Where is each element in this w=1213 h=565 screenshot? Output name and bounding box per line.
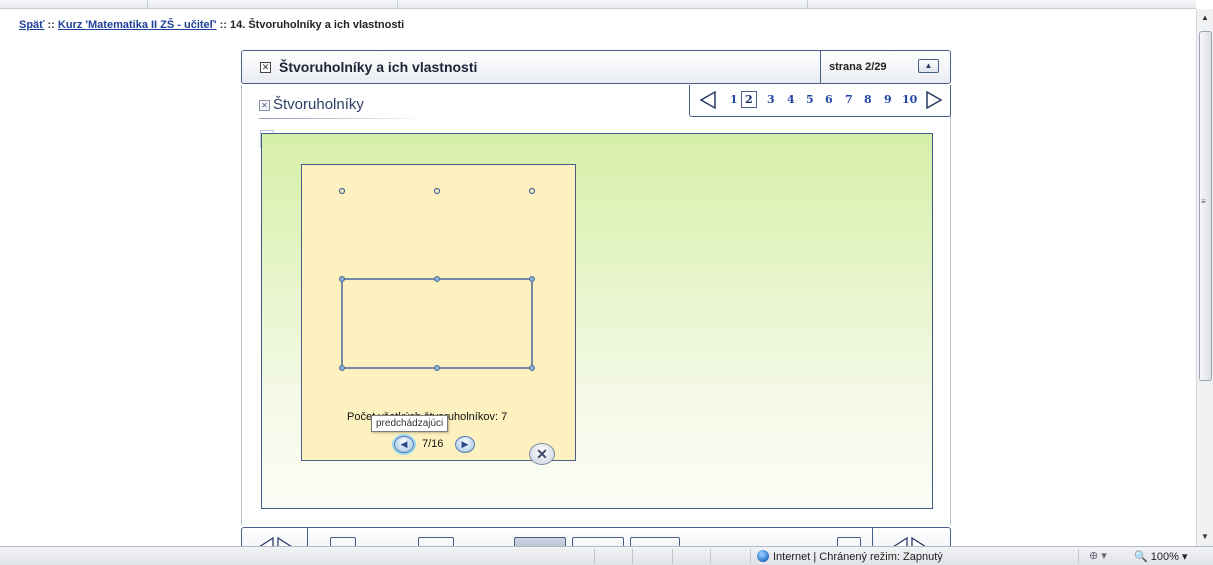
protected-mode-icon[interactable]: ⊕ ▾ xyxy=(1089,549,1107,562)
pager-page-5[interactable]: 5 xyxy=(806,93,814,106)
window-top-strip xyxy=(0,0,1196,9)
geoboard-panel: Počet všetkých štvoruholníkov: 7 predchá… xyxy=(301,164,576,465)
section-underline xyxy=(259,118,429,119)
pager-page-4[interactable]: 4 xyxy=(787,93,795,106)
vertex-point xyxy=(434,365,440,371)
pager-page-3[interactable]: 3 xyxy=(767,93,775,106)
grid-point xyxy=(338,187,346,195)
browser-status-bar: Internet | Chránený režim: Zapnutý ⊕ ▾ 🔍… xyxy=(0,546,1213,565)
status-cell xyxy=(632,549,633,564)
scroll-down-arrow-icon[interactable]: ▼ xyxy=(1201,532,1209,541)
pager-page-6[interactable]: 6 xyxy=(825,93,833,106)
globe-icon xyxy=(757,550,769,562)
lesson-content: ✕ Štvoruholníky 1 2 3 4 5 6 7 8 9 10 Poč… xyxy=(241,85,951,525)
lesson-frame: ✕ Štvoruholníky a ich vlastnosti strana … xyxy=(241,50,951,565)
pager-page-2[interactable]: 2 xyxy=(741,91,757,108)
section-title: ✕ Štvoruholníky xyxy=(259,96,364,113)
grid-point xyxy=(433,187,441,195)
vertex-point xyxy=(339,276,345,282)
pager-prev-arrow-icon[interactable] xyxy=(698,90,718,110)
breadcrumb-separator: :: xyxy=(44,19,58,31)
browser-window: Späť :: Kurz 'Matematika II ZŠ - učiteľ'… xyxy=(0,0,1213,565)
section-close-icon[interactable]: ✕ xyxy=(259,99,270,111)
close-box-icon[interactable]: ✕ xyxy=(260,62,271,73)
prev-tooltip: predchádzajúci xyxy=(371,415,449,432)
collapse-button[interactable]: ▲ xyxy=(918,59,939,73)
close-panel-button[interactable]: ✕ xyxy=(529,443,555,465)
pager-page-10[interactable]: 10 xyxy=(902,93,917,106)
zoom-level: 100% xyxy=(1150,551,1179,563)
breadcrumb-separator: :: xyxy=(216,19,230,31)
status-cell xyxy=(710,549,711,564)
vertex-point xyxy=(529,365,535,371)
quadrilateral-shape xyxy=(341,278,533,369)
next-slide-button[interactable]: ▶ xyxy=(455,436,475,453)
scroll-up-arrow-icon[interactable]: ▲ xyxy=(1201,13,1209,22)
pager-page-7[interactable]: 7 xyxy=(845,93,853,106)
pager-page-8[interactable]: 8 xyxy=(864,93,872,106)
interactive-stage: Počet všetkých štvoruholníkov: 7 predchá… xyxy=(261,133,933,509)
scrollbar-grip-icon: ≡ xyxy=(1201,197,1206,206)
top-strip-segment xyxy=(0,0,148,8)
grid-point xyxy=(528,187,536,195)
status-cell xyxy=(1078,549,1079,564)
page-indicator: strana 2/29 ▲ xyxy=(820,51,951,83)
lesson-title: Štvoruholníky a ich vlastnosti xyxy=(279,59,478,75)
status-cell xyxy=(594,549,595,564)
status-cell xyxy=(672,549,673,564)
top-strip-segment xyxy=(148,0,398,8)
scrollbar-thumb[interactable] xyxy=(1199,31,1212,381)
vertex-point xyxy=(434,276,440,282)
status-cell xyxy=(750,549,751,564)
breadcrumb-current: 14. Štvoruholníky a ich vlastnosti xyxy=(229,19,405,31)
pager-next-arrow-icon[interactable] xyxy=(924,90,944,110)
prev-slide-button[interactable]: ◀ xyxy=(394,436,414,453)
breadcrumb-back-link[interactable]: Späť xyxy=(19,19,44,31)
zoom-control[interactable]: 🔍 100% ▾ xyxy=(1134,550,1187,563)
security-zone[interactable]: Internet | Chránený režim: Zapnutý xyxy=(757,550,943,563)
section-title-text: Štvoruholníky xyxy=(273,96,364,113)
lesson-title-bar: ✕ Štvoruholníky a ich vlastnosti strana … xyxy=(241,50,951,84)
slide-counter: 7/16 xyxy=(422,438,444,450)
security-zone-text: Internet | Chránený režim: Zapnutý xyxy=(773,551,943,563)
page-navigator: 1 2 3 4 5 6 7 8 9 10 xyxy=(689,85,951,117)
breadcrumb-course-link[interactable]: Kurz 'Matematika II ZŠ - učiteľ' xyxy=(58,19,217,31)
top-strip-segment xyxy=(398,0,808,8)
pager-page-1[interactable]: 1 xyxy=(730,93,738,106)
vertical-scrollbar[interactable]: ▲ ≡ ▼ xyxy=(1196,9,1213,546)
vertex-point xyxy=(339,365,345,371)
pager-page-9[interactable]: 9 xyxy=(884,93,892,106)
vertex-point xyxy=(529,276,535,282)
page-label: strana 2/29 xyxy=(829,61,887,73)
breadcrumb: Späť :: Kurz 'Matematika II ZŠ - učiteľ'… xyxy=(19,19,404,31)
